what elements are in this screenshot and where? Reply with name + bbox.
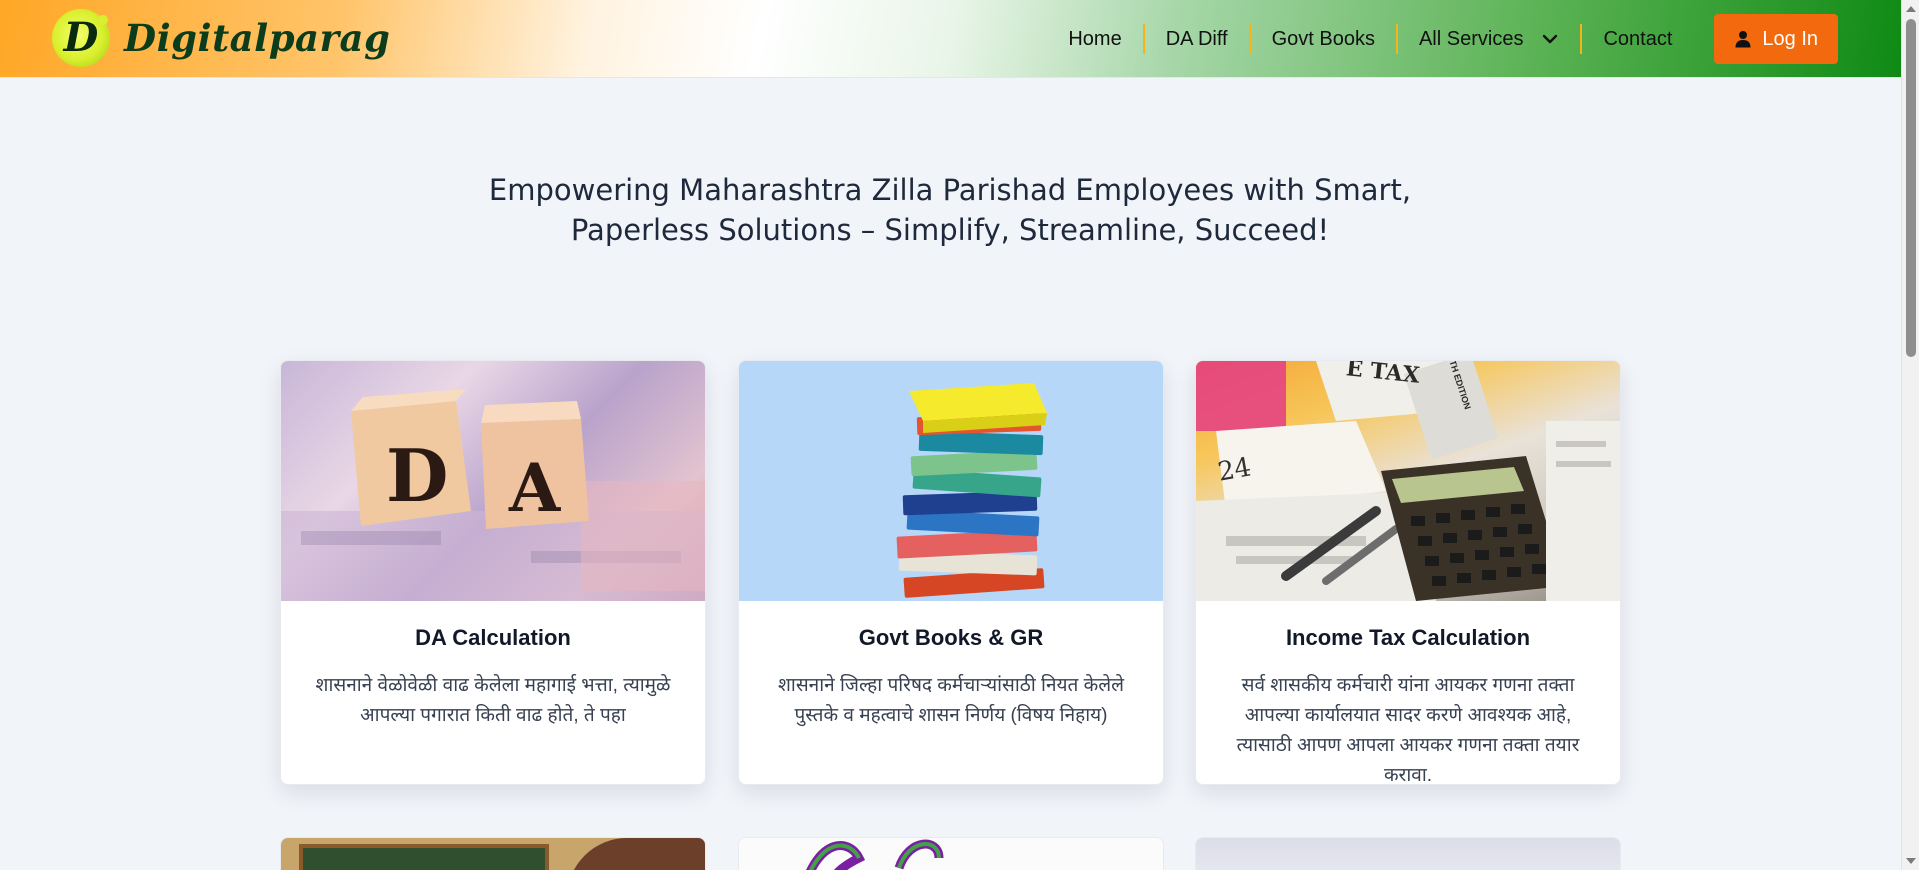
top-navbar: D Digitalparag Home DA Diff Govt Books A… [0,0,1901,78]
service-card-partial-1[interactable] [280,837,706,870]
hero-line-1: Empowering Maharashtra Zilla Parishad Em… [488,173,1412,207]
service-card-da-calculation[interactable]: D A DA Calculation शासनाने वेळोवेळी वाढ … [280,360,706,785]
card-title: Govt Books & GR [858,625,1044,650]
book-stack-icon [896,383,1047,598]
card-title: DA Calculation [415,625,571,650]
login-label: Log In [1762,27,1818,50]
card-image-partial [1196,838,1620,870]
nav-home[interactable]: Home [1047,24,1142,54]
service-card-govt-books[interactable]: Govt Books & GR शासनाने जिल्हा परिषद कर्… [738,360,1164,785]
service-card-partial-3[interactable] [1195,837,1621,870]
card-description: शासनाने वेळोवेळी वाढ केलेला महागाई भत्ता… [315,675,671,726]
main-nav: Home DA Diff Govt Books All Services Con… [1047,14,1838,64]
income-tax-card-image: E TAX 30TH EDITION 24 [1196,361,1620,601]
card-description: सर्व शासकीय कर्मचारी यांना आयकर गणना तक्… [1236,675,1580,785]
da-image-letter-a: A [509,449,561,527]
logo-badge-icon: D [52,9,110,67]
books-card-image [739,361,1163,601]
user-icon [1734,30,1752,48]
card-description: शासनाने जिल्हा परिषद कर्मचाऱ्यांसाठी निय… [777,675,1124,726]
service-card-income-tax[interactable]: E TAX 30TH EDITION 24 Income Tax Calcula… [1195,360,1621,785]
chevron-down-icon [1541,30,1559,48]
logo-letter: D [63,14,99,61]
login-button[interactable]: Log In [1714,14,1838,64]
card-image-partial [281,838,705,870]
nav-govt-books[interactable]: Govt Books [1251,24,1396,54]
page-scrollbar[interactable] [1901,0,1919,870]
scroll-up-arrow-icon[interactable] [1906,6,1916,12]
hero-tagline: Empowering Maharashtra Zilla Parishad Em… [440,170,1460,250]
service-card-partial-2[interactable] [738,837,1164,870]
hero-line-2: Paperless Solutions – Simplify, Streamli… [570,213,1330,247]
da-image-letter-d: D [386,433,449,518]
nav-all-services-dropdown[interactable]: All Services [1398,24,1580,54]
card-title: Income Tax Calculation [1285,625,1531,650]
da-card-image: D A [281,361,705,601]
card-image-partial [739,838,1163,870]
scrollbar-thumb[interactable] [1906,19,1916,357]
brand-name: Digitalparag [124,16,391,60]
nav-all-services-label: All Services [1418,27,1524,50]
scroll-down-arrow-icon[interactable] [1906,858,1916,864]
nav-contact[interactable]: Contact [1582,24,1693,54]
nav-da-diff[interactable]: DA Diff [1145,24,1249,54]
brand-logo[interactable]: D Digitalparag [52,7,390,69]
income-tax-image-number: 24 [1215,452,1254,488]
